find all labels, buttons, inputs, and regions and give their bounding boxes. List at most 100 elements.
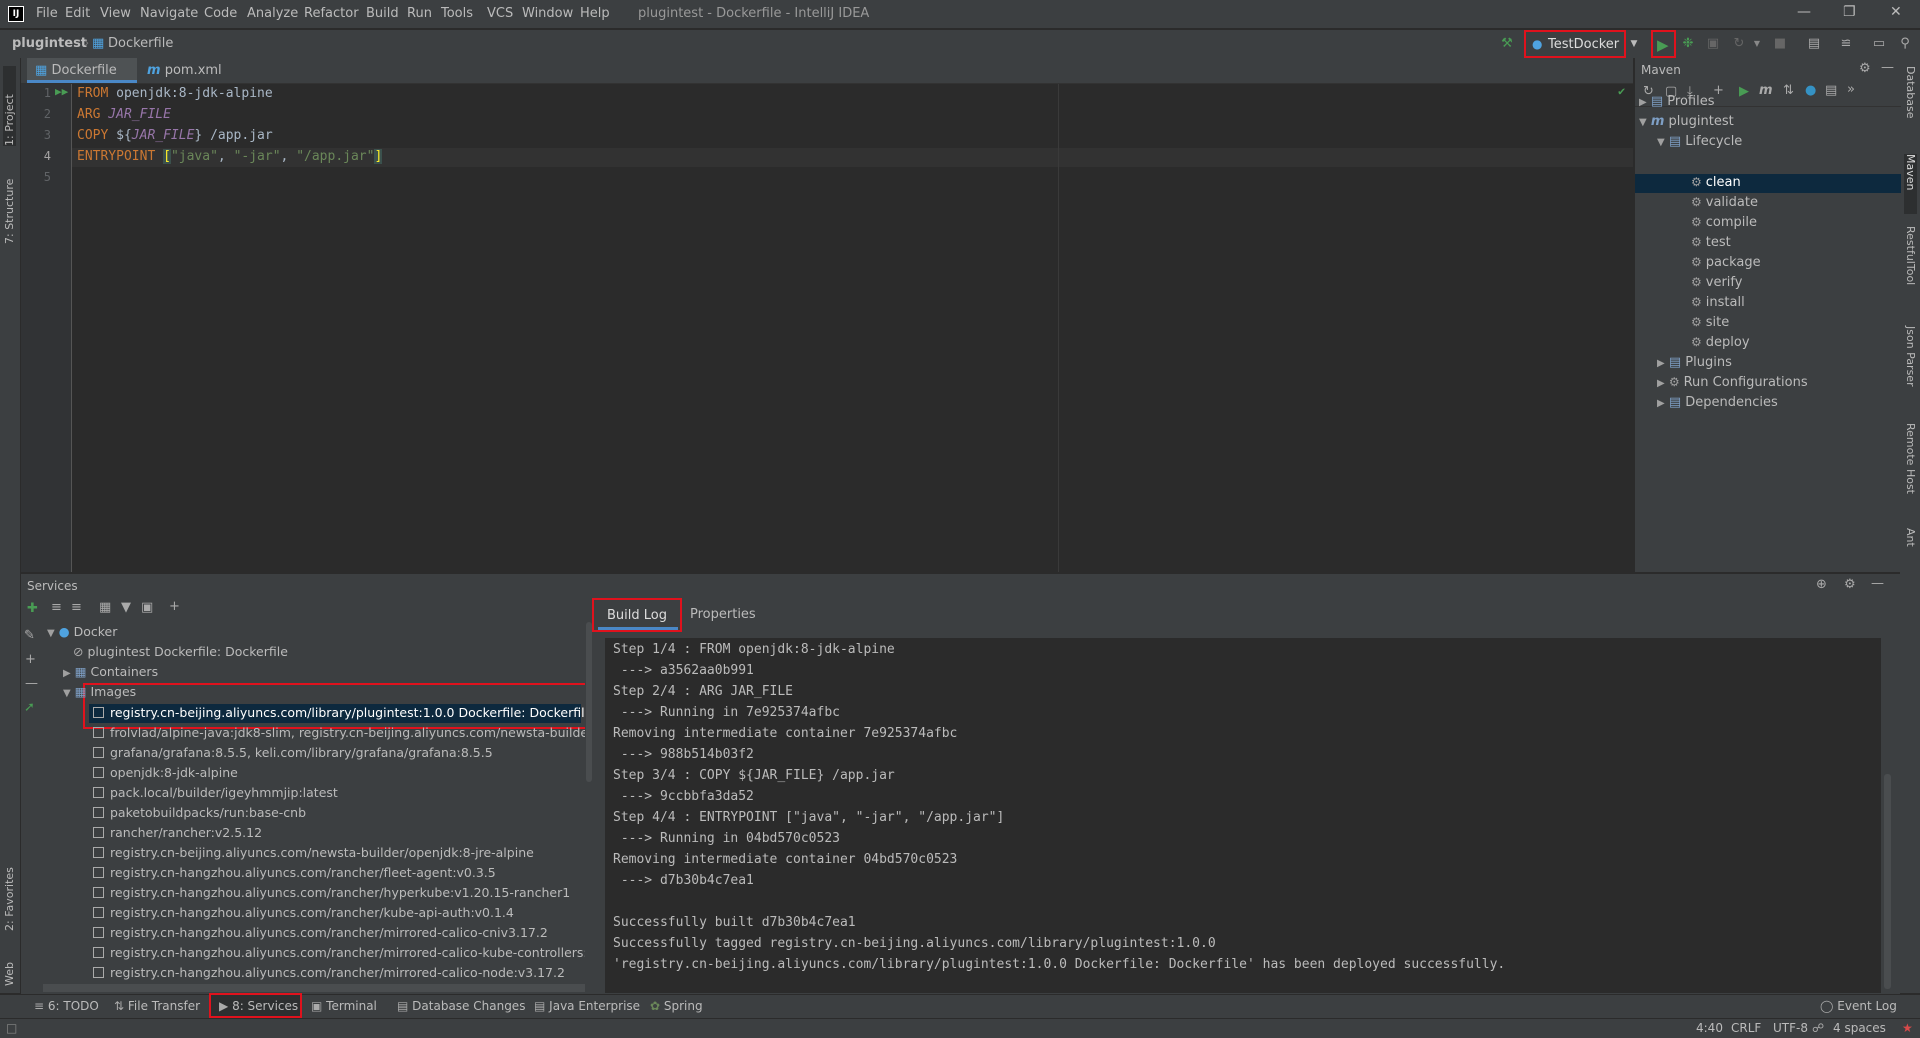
- toggle-tool-windows-icon[interactable]: □: [6, 1021, 17, 1035]
- images-node[interactable]: ▼ ▦ Images: [63, 684, 136, 699]
- lock-icon[interactable]: ☍: [1812, 1021, 1824, 1035]
- maven-dependencies[interactable]: ▶ ▤ Dependencies: [1657, 395, 1778, 410]
- log-vertical-scrollbar[interactable]: [1884, 774, 1891, 989]
- maven-goal-compile[interactable]: ⚙ compile: [1691, 215, 1757, 230]
- image-item[interactable]: paketobuildpacks/run:base-cnb: [93, 805, 306, 820]
- menu-help[interactable]: Help: [580, 6, 610, 21]
- tree-vertical-scrollbar[interactable]: [586, 622, 592, 782]
- file-transfer-tool-button[interactable]: ⇅ File Transfer: [114, 999, 200, 1013]
- close-icon[interactable]: ✕: [1890, 4, 1902, 20]
- ant-tool-button[interactable]: Ant: [1904, 528, 1917, 568]
- maven-goal-verify[interactable]: ⚙ verify: [1691, 275, 1742, 290]
- menu-vcs[interactable]: VCS: [487, 6, 513, 21]
- menu-navigate[interactable]: Navigate: [140, 6, 198, 21]
- terminal-tool-button[interactable]: ▣ Terminal: [311, 999, 377, 1013]
- search-icon[interactable]: ⚲: [1896, 35, 1914, 53]
- maven-goal-test[interactable]: ⚙ test: [1691, 235, 1731, 250]
- menu-refactor[interactable]: Refactor: [304, 6, 359, 21]
- spring-tool-button[interactable]: ✿ Spring: [650, 999, 703, 1013]
- menu-file[interactable]: File: [36, 6, 58, 21]
- execute-goal-icon[interactable]: m: [1759, 83, 1773, 98]
- chevron-down-icon[interactable]: ▼: [1625, 35, 1643, 53]
- maven-goal-deploy[interactable]: ⚙ deploy: [1691, 335, 1750, 350]
- minimize-icon[interactable]: —: [1797, 4, 1811, 20]
- profile-icon[interactable]: ↻: [1730, 35, 1748, 53]
- image-item[interactable]: registry.cn-hangzhou.aliyuncs.com/ranche…: [93, 885, 570, 900]
- json-parser-tool-button[interactable]: Json Parser: [1904, 326, 1917, 416]
- settings-gear-icon[interactable]: ⚙: [1859, 61, 1871, 76]
- maven-run-configurations[interactable]: ▶ ⚙ Run Configurations: [1657, 375, 1808, 390]
- new-tab-icon[interactable]: ▣: [141, 600, 153, 615]
- maven-goal-clean[interactable]: ⚙ clean: [1691, 175, 1741, 190]
- image-item[interactable]: registry.cn-hangzhou.aliyuncs.com/ranche…: [93, 925, 548, 940]
- hide-panel-icon[interactable]: —: [1871, 576, 1884, 591]
- debug-icon[interactable]: ❉: [1679, 35, 1697, 53]
- restfultool-tool-button[interactable]: RestfulTool: [1904, 226, 1917, 316]
- maven-lifecycle[interactable]: ▼ ▤ Lifecycle: [1657, 134, 1742, 149]
- run-gutter-icon[interactable]: ▶▶: [55, 85, 68, 98]
- translate-icon[interactable]: ≌: [1837, 35, 1855, 53]
- tab-dockerfile[interactable]: ▦ Dockerfile ✕: [27, 58, 137, 102]
- event-log-tool-button[interactable]: ◯ Event Log: [1820, 999, 1897, 1013]
- java-enterprise-tool-button[interactable]: ▤ Java Enterprise: [534, 999, 640, 1013]
- remove-icon[interactable]: —: [25, 676, 38, 691]
- image-item[interactable]: registry.cn-hangzhou.aliyuncs.com/ranche…: [93, 965, 565, 980]
- target-icon[interactable]: ⊕: [1816, 577, 1827, 592]
- restore-icon[interactable]: ❐: [1843, 4, 1856, 20]
- run-button[interactable]: ▶: [1651, 30, 1676, 58]
- line-separator[interactable]: CRLF: [1731, 1021, 1761, 1035]
- toggle-offline-icon[interactable]: ⇅: [1783, 83, 1794, 98]
- maven-goal-site[interactable]: ⚙ site: [1691, 315, 1729, 330]
- maven-goal-package[interactable]: ⚙ package: [1691, 255, 1761, 270]
- services-tool-button[interactable]: ▶ 8: Services: [209, 993, 302, 1018]
- filter-icon[interactable]: ▼: [121, 600, 131, 615]
- containers-node[interactable]: ▶ ▦ Containers: [63, 664, 158, 679]
- project-tool-button[interactable]: 1: Project: [3, 66, 16, 146]
- remote-host-tool-button[interactable]: Remote Host: [1904, 423, 1917, 523]
- menu-tools[interactable]: Tools: [441, 6, 473, 21]
- indent-setting[interactable]: 4 spaces: [1833, 1021, 1886, 1035]
- todo-tool-button[interactable]: ≡ 6: TODO: [34, 999, 99, 1013]
- notification-icon[interactable]: ★: [1902, 1021, 1913, 1035]
- chevron-down-icon[interactable]: ▼: [1748, 35, 1766, 53]
- image-item[interactable]: registry.cn-hangzhou.aliyuncs.com/ranche…: [93, 905, 514, 920]
- horizontal-scrollbar[interactable]: [43, 984, 585, 992]
- maven-profiles[interactable]: ▶ ▤ Profiles: [1639, 94, 1714, 109]
- maven-plugins[interactable]: ▶ ▤ Plugins: [1657, 355, 1732, 370]
- maven-tool-button[interactable]: Maven: [1904, 154, 1917, 214]
- build-hammer-icon[interactable]: ⚒: [1498, 35, 1516, 53]
- image-item[interactable]: registry.cn-beijing.aliyuncs.com/library…: [93, 705, 585, 720]
- stop-icon[interactable]: ■: [1771, 35, 1789, 53]
- tab-pom-xml[interactable]: m pom.xml (plugintest) ✕: [139, 58, 309, 103]
- file-encoding[interactable]: UTF-8: [1773, 1021, 1808, 1035]
- menu-edit[interactable]: Edit: [65, 6, 90, 21]
- image-item[interactable]: rancher/rancher:v2.5.12: [93, 825, 262, 840]
- caret-position[interactable]: 4:40: [1696, 1021, 1723, 1035]
- add-icon[interactable]: +: [1713, 83, 1724, 98]
- run-config-selector[interactable]: ● TestDocker: [1524, 30, 1626, 58]
- image-item[interactable]: grafana/grafana:8.5.5, keli.com/library/…: [93, 745, 493, 760]
- menu-code[interactable]: Code: [204, 6, 237, 21]
- image-item[interactable]: registry.cn-hangzhou.aliyuncs.com/ranche…: [93, 865, 496, 880]
- settings-gear-icon[interactable]: ⚙: [1844, 577, 1856, 592]
- add-icon[interactable]: +: [169, 599, 180, 614]
- favorites-tool-button[interactable]: 2: Favorites: [3, 843, 16, 931]
- maven-goal-install[interactable]: ⚙ install: [1691, 295, 1745, 310]
- menu-view[interactable]: View: [100, 6, 131, 21]
- breadcrumb-project[interactable]: plugintest: [12, 36, 87, 51]
- presentation-icon[interactable]: ▭: [1870, 35, 1888, 53]
- coverage-icon[interactable]: ▣: [1704, 35, 1722, 53]
- group-by-icon[interactable]: ▦: [99, 600, 111, 615]
- image-item[interactable]: frolvlad/alpine-java:jdk8-slim, registry…: [93, 725, 585, 740]
- tab-properties[interactable]: Properties: [690, 607, 756, 622]
- database-tool-button[interactable]: Database: [1904, 66, 1917, 148]
- maven-project[interactable]: ▼ m plugintest: [1639, 114, 1734, 129]
- edit-icon[interactable]: ✎: [24, 628, 35, 643]
- docker-node[interactable]: ▼ ● Docker: [47, 624, 117, 639]
- image-item[interactable]: pack.local/builder/igeyhmmjip:latest: [93, 785, 338, 800]
- database-changes-tool-button[interactable]: ▤ Database Changes: [397, 999, 525, 1013]
- add-service-icon[interactable]: ✚: [27, 601, 38, 616]
- add-icon[interactable]: +: [25, 652, 36, 667]
- more-icon[interactable]: »: [1847, 82, 1855, 97]
- menu-run[interactable]: Run: [407, 6, 432, 21]
